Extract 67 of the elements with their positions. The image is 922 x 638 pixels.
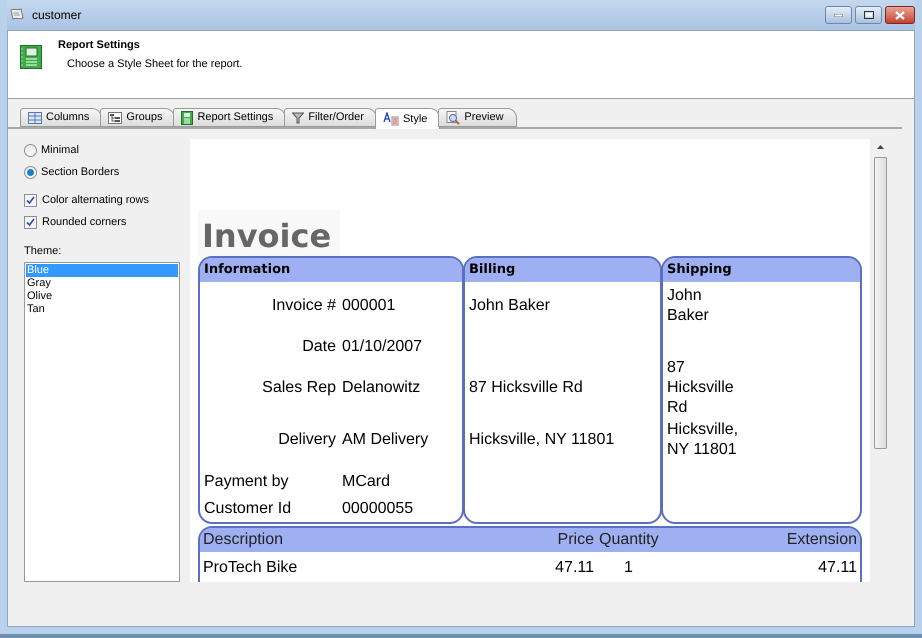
magnifier-icon — [446, 110, 460, 124]
tab[interactable]: Columns — [20, 108, 102, 127]
theme-label: Theme: — [24, 244, 62, 259]
field-label: Delivery — [277, 430, 336, 450]
address-city: Hicksville, NY 11801 — [469, 430, 614, 450]
tab[interactable]: Groups — [100, 108, 176, 127]
field-label: Invoice # — [270, 296, 336, 316]
report-title: Invoice — [198, 210, 340, 256]
scroll-icon — [9, 7, 25, 23]
field-value: 01/10/2007 — [342, 337, 422, 357]
checkbox[interactable] — [24, 216, 37, 228]
column-header: Extension — [786, 530, 858, 550]
checkbox[interactable] — [24, 194, 37, 206]
column-header: Description — [202, 530, 284, 550]
table-cell-text: 47.11 — [817, 558, 858, 578]
field-value: AM Delivery — [342, 430, 428, 450]
address-name: John Baker — [469, 296, 550, 316]
address-city: Hicksville, NY 11801 — [667, 420, 740, 460]
checkbox-label: Color alternating rows — [42, 192, 149, 208]
table-cell-text: 1 — [623, 558, 634, 578]
checkbox-label: Rounded corners — [42, 214, 126, 230]
field-value: Delanowitz — [342, 378, 420, 398]
theme-item[interactable]: Tan — [26, 302, 178, 316]
field-value: 00000055 — [342, 498, 414, 518]
table-cell-text: 47.11 — [554, 558, 594, 578]
radio-label: Minimal — [41, 142, 79, 158]
column-header: Quantity — [599, 530, 660, 550]
section-heading: Shipping — [663, 258, 860, 282]
table-icon — [28, 112, 42, 124]
theme-item[interactable]: Gray — [26, 276, 178, 290]
section-heading: Billing — [465, 258, 660, 282]
address-street: 87 Hicksville Rd — [667, 358, 735, 418]
header-subtitle: Choose a Style Sheet for the report. — [67, 56, 242, 72]
maximize-icon — [864, 11, 874, 19]
field-value: MCard — [342, 472, 390, 492]
close-button[interactable] — [885, 6, 915, 24]
header-title: Report Settings — [58, 38, 141, 53]
radio-button[interactable] — [24, 166, 37, 178]
window-title: customer — [32, 7, 82, 24]
scroll-up-icon[interactable] — [876, 145, 884, 149]
address-street: 87 Hicksville Rd — [469, 378, 583, 398]
style-icon — [382, 112, 399, 126]
report-icon — [20, 45, 42, 69]
field-label: Date — [301, 337, 336, 357]
tree-icon — [108, 112, 122, 124]
column-header: Price — [556, 530, 594, 550]
tab[interactable]: Style — [374, 108, 440, 129]
theme-item[interactable]: Olive — [26, 290, 178, 302]
field-label: Customer Id — [204, 498, 292, 518]
section-heading: Information — [200, 258, 462, 282]
tab[interactable]: Report Settings — [173, 108, 286, 127]
minimize-icon — [834, 14, 843, 16]
table-cell-text: ProTech Bike — [202, 558, 298, 578]
scrollbar-thumb[interactable] — [874, 157, 886, 449]
tab[interactable]: Preview — [438, 108, 517, 127]
field-label: Sales Rep — [261, 378, 336, 398]
maximize-button[interactable] — [855, 6, 882, 24]
tab[interactable]: Filter/Order — [284, 108, 377, 127]
radio-button[interactable] — [24, 144, 37, 156]
radio-label: Section Borders — [41, 164, 120, 180]
report-icon — [181, 110, 194, 124]
minimize-button[interactable] — [825, 6, 852, 24]
funnel-icon — [292, 112, 304, 124]
field-label: Payment by — [204, 472, 290, 492]
address-name: John Baker — [667, 286, 710, 326]
field-value: 000001 — [342, 296, 396, 316]
close-icon — [895, 10, 905, 20]
